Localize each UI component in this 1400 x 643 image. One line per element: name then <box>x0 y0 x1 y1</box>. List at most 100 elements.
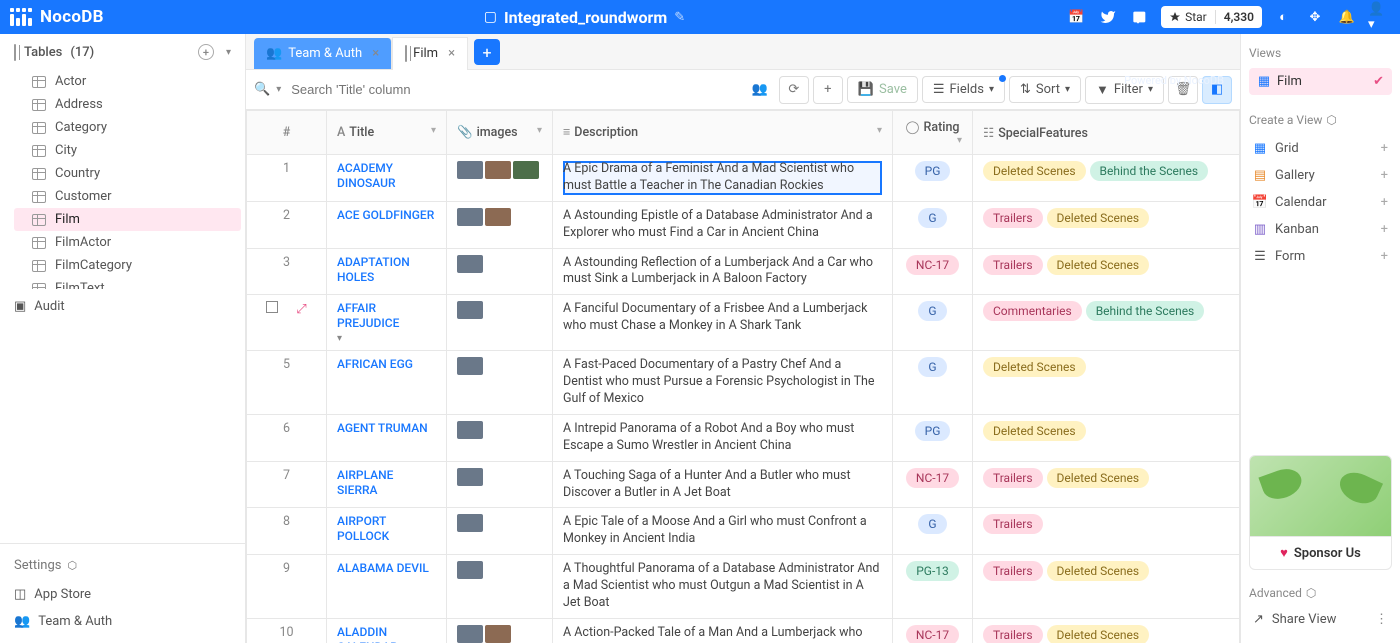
title-cell[interactable]: ALABAMA DEVIL <box>327 555 447 619</box>
search-input[interactable] <box>291 82 471 97</box>
sidebar-item-category[interactable]: Category <box>10 116 245 139</box>
image-thumbnail[interactable] <box>457 161 483 179</box>
save-button[interactable]: 💾Save <box>847 76 918 103</box>
table-row[interactable]: 7AIRPLANE SIERRAA Touching Saga of a Hun… <box>247 461 1240 508</box>
row-number-cell[interactable]: 6 <box>247 414 327 461</box>
sidebar-item-filmtext[interactable]: FilmText <box>10 277 245 289</box>
table-row[interactable]: 8AIRPORT POLLOCKA Epic Tale of a Moose A… <box>247 508 1240 555</box>
image-thumbnail[interactable] <box>485 161 511 179</box>
col-header-images[interactable]: 📎images▾ <box>447 111 553 155</box>
active-view-item[interactable]: ▦ Film ✔ <box>1249 68 1392 95</box>
title-cell[interactable]: AGENT TRUMAN <box>327 414 447 461</box>
image-thumbnail[interactable] <box>457 468 483 486</box>
images-cell[interactable] <box>447 555 553 619</box>
row-number-cell[interactable]: 10 <box>247 618 327 643</box>
table-row[interactable]: 2ACE GOLDFINGER A Astounding Epistle of a… <box>247 201 1240 248</box>
teamauth-link[interactable]: 👥 Team & Auth <box>0 608 245 635</box>
rating-cell[interactable]: PG <box>893 155 973 202</box>
description-cell[interactable]: A Epic Tale of a Moose And a Girl who mu… <box>553 508 893 555</box>
special-features-cell[interactable]: CommentariesBehind the Scenes <box>973 295 1240 351</box>
sponsor-button[interactable]: ♥ Sponsor Us <box>1250 536 1391 569</box>
col-header-description[interactable]: ≡Description▾ <box>553 111 893 155</box>
row-number-cell[interactable]: 5 <box>247 351 327 415</box>
rating-cell[interactable]: G <box>893 201 973 248</box>
images-cell[interactable] <box>447 414 553 461</box>
rating-cell[interactable]: NC-17 <box>893 461 973 508</box>
discord-icon[interactable] <box>1129 6 1151 28</box>
row-number-cell[interactable]: 2 <box>247 201 327 248</box>
special-features-cell[interactable]: TrailersDeleted Scenes <box>973 555 1240 619</box>
account-icon[interactable]: 👤▾ <box>1368 6 1390 28</box>
sidebar-item-country[interactable]: Country <box>10 162 245 185</box>
sidebar-item-city[interactable]: City <box>10 139 245 162</box>
create-view-form[interactable]: ☰Form+ <box>1249 243 1392 270</box>
github-star-badge[interactable]: Star 4,330 <box>1161 6 1262 28</box>
images-cell[interactable] <box>447 295 553 351</box>
special-features-cell[interactable]: Trailers <box>973 508 1240 555</box>
image-thumbnail[interactable] <box>457 357 483 375</box>
col-header-number[interactable]: # <box>247 111 327 155</box>
rating-cell[interactable]: PG-13 <box>893 555 973 619</box>
calendar-icon[interactable]: 📅 <box>1065 6 1087 28</box>
table-row[interactable]: 9ALABAMA DEVILA Thoughtful Panorama of a… <box>247 555 1240 619</box>
table-row[interactable]: 10ALADDIN CALENDARA Action-Packed Tale o… <box>247 618 1240 643</box>
sidebar-item-actor[interactable]: Actor <box>10 70 245 93</box>
special-features-cell[interactable]: TrailersDeleted Scenes <box>973 201 1240 248</box>
description-cell[interactable]: A Astounding Epistle of a Database Admin… <box>553 201 893 248</box>
images-cell[interactable] <box>447 461 553 508</box>
data-grid[interactable]: # ATitle▾ 📎images▾ ≡Description▾ ◯Rating… <box>246 110 1240 643</box>
table-row[interactable]: 6AGENT TRUMAN A Intrepid Panorama of a Ro… <box>247 414 1240 461</box>
images-cell[interactable] <box>447 201 553 248</box>
image-thumbnail[interactable] <box>457 301 483 319</box>
title-cell[interactable]: AFRICAN EGG <box>327 351 447 415</box>
special-features-cell[interactable]: TrailersDeleted Scenes <box>973 461 1240 508</box>
project-name[interactable]: Integrated_roundworm <box>504 8 667 27</box>
title-cell[interactable]: AFFAIR PREJUDICE▾ <box>327 295 447 351</box>
row-number-cell[interactable]: 1 <box>247 155 327 202</box>
title-cell[interactable]: ACE GOLDFINGER <box>327 201 447 248</box>
chevron-down-icon[interactable]: ▾ <box>226 47 231 58</box>
twitter-icon[interactable] <box>1097 6 1119 28</box>
description-cell[interactable]: A Intrepid Panorama of a Robot And a Boy… <box>553 414 893 461</box>
reload-button[interactable]: ⟳ <box>779 76 809 104</box>
rating-cell[interactable]: G <box>893 351 973 415</box>
special-features-cell[interactable]: Deleted ScenesBehind the Scenes <box>973 155 1240 202</box>
create-view-calendar[interactable]: 📅Calendar+ <box>1249 189 1392 216</box>
search-dropdown-icon[interactable]: ▾ <box>276 84 281 95</box>
create-view-grid[interactable]: ▦Grid+ <box>1249 135 1392 162</box>
theme-icon[interactable]: ◐ <box>1272 6 1294 28</box>
col-header-special[interactable]: ☷SpecialFeatures <box>973 111 1240 155</box>
images-cell[interactable] <box>447 508 553 555</box>
row-number-cell[interactable]: 9 <box>247 555 327 619</box>
special-features-cell[interactable]: TrailersDeleted Scenes <box>973 618 1240 643</box>
add-table-button[interactable]: + <box>198 44 214 60</box>
appstore-link[interactable]: ◫ App Store <box>0 581 245 608</box>
share-view-link[interactable]: ↗ Share View ⋮ <box>1249 608 1392 631</box>
rating-cell[interactable]: PG <box>893 414 973 461</box>
rating-cell[interactable]: G <box>893 508 973 555</box>
special-features-cell[interactable]: TrailersDeleted Scenes <box>973 248 1240 295</box>
table-row[interactable]: 1ACADEMY DINOSAURA Epic Drama of a Femin… <box>247 155 1240 202</box>
table-row[interactable]: 5AFRICAN EGG A Fast-Paced Documentary of … <box>247 351 1240 415</box>
title-cell[interactable]: AIRPORT POLLOCK <box>327 508 447 555</box>
audit-link[interactable]: ▣ Audit <box>0 289 245 324</box>
description-cell[interactable]: A Fast-Paced Documentary of a Pastry Che… <box>553 351 893 415</box>
row-number-cell[interactable]: ⤢ <box>247 295 327 351</box>
tables-header[interactable]: Tables (17) + ▾ <box>0 34 245 70</box>
description-cell[interactable]: A Touching Saga of a Hunter And a Butler… <box>553 461 893 508</box>
close-icon[interactable]: × <box>372 46 379 61</box>
description-cell[interactable]: A Action-Packed Tale of a Man And a Lumb… <box>553 618 893 643</box>
expand-row-icon[interactable]: ⤢ <box>296 302 306 317</box>
image-thumbnail[interactable] <box>457 255 483 273</box>
tab-team-auth[interactable]: 👥 Team & Auth × <box>254 38 392 69</box>
col-header-rating[interactable]: ◯Rating▾ <box>893 111 973 155</box>
image-thumbnail[interactable] <box>513 161 539 179</box>
rating-cell[interactable]: NC-17 <box>893 618 973 643</box>
notifications-icon[interactable]: 🔔 <box>1336 6 1358 28</box>
language-icon[interactable]: ✥ <box>1304 6 1326 28</box>
title-cell[interactable]: ADAPTATION HOLES <box>327 248 447 295</box>
special-features-cell[interactable]: Deleted Scenes <box>973 414 1240 461</box>
col-header-title[interactable]: ATitle▾ <box>327 111 447 155</box>
create-view-kanban[interactable]: ▥Kanban+ <box>1249 216 1392 243</box>
description-cell[interactable]: A Epic Drama of a Feminist And a Mad Sci… <box>553 155 893 202</box>
